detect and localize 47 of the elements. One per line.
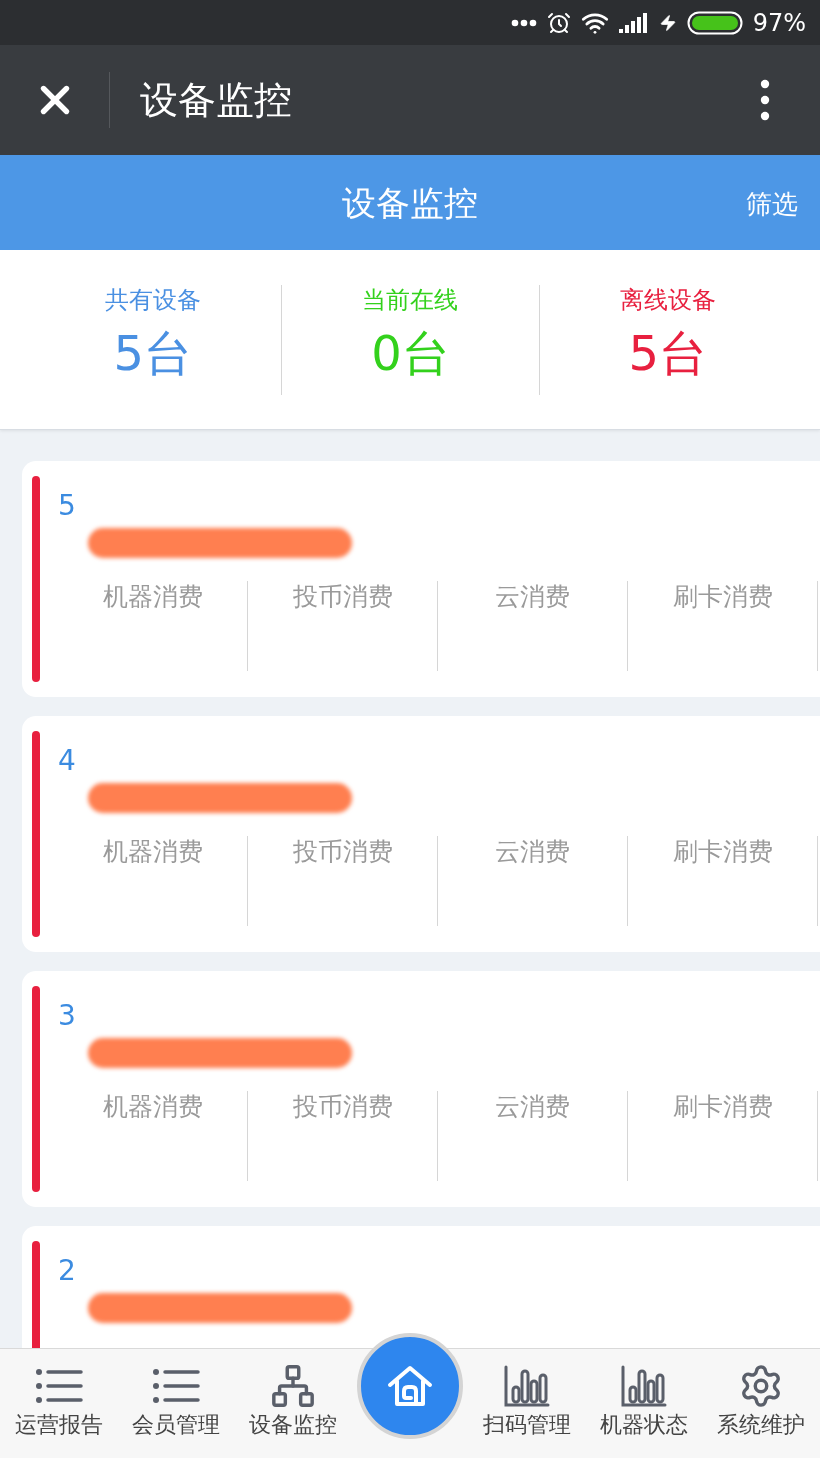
home-icon	[387, 1365, 433, 1407]
stat-label: 共有设备	[104, 285, 201, 315]
stat-value: 5台	[628, 327, 708, 379]
consumption-label: 云消费	[495, 836, 570, 868]
stat-value: 0台	[371, 327, 450, 379]
bar-chart-icon	[621, 1365, 668, 1407]
device-card[interactable]: 4 机器消费 投币消费 云消费 刷卡消费	[22, 716, 820, 952]
stat-value: 5台	[113, 327, 192, 379]
consumption-label: 刷卡消费	[672, 836, 773, 868]
device-card[interactable]: 5 机器消费 投币消费 云消费 刷卡消费	[22, 461, 820, 697]
nav-tab[interactable]: 设备监控	[234, 1349, 352, 1458]
consumption-label: 投币消费	[292, 581, 393, 613]
alarm-clock-icon	[546, 10, 571, 35]
list-icon	[34, 1366, 83, 1406]
consumption-label: 机器消费	[102, 836, 203, 868]
nav-tab[interactable]: 系统维护	[702, 1349, 820, 1458]
device-number: 4	[58, 746, 76, 776]
charging-bolt-icon	[658, 13, 677, 32]
consumption-label: 投币消费	[292, 836, 393, 868]
window-title: 设备监控	[140, 81, 292, 119]
device-number: 5	[58, 491, 76, 521]
consumption-label: 云消费	[495, 581, 570, 613]
device-number: 2	[58, 1256, 76, 1286]
consumption-label: 机器消费	[102, 1091, 203, 1123]
list-icon	[151, 1366, 200, 1406]
consumption-label: 机器消费	[102, 581, 203, 613]
device-card[interactable]: 3 机器消费 投币消费 云消费 刷卡消费	[22, 971, 820, 1207]
stat-label: 当前在线	[362, 285, 459, 315]
consumption-label: 刷卡消费	[672, 581, 773, 613]
network-icon	[269, 1363, 316, 1409]
bar-chart-icon	[504, 1365, 551, 1407]
battery-percentage: 97%	[752, 10, 806, 35]
consumption-label: 投币消费	[292, 1091, 393, 1123]
battery-icon	[686, 10, 743, 35]
more-vertical-icon	[760, 79, 770, 121]
more-dots-icon	[510, 18, 537, 27]
consumption-label: 云消费	[495, 1091, 570, 1123]
nav-tab[interactable]: 会员管理	[117, 1349, 235, 1458]
nav-tab[interactable]: 运营报告	[0, 1349, 118, 1458]
signal-icon	[618, 12, 649, 33]
stat-label: 离线设备	[619, 285, 716, 315]
nav-tab[interactable]: 扫码管理	[468, 1349, 586, 1458]
nav-tab[interactable]: 机器状态	[585, 1349, 703, 1458]
page-title: 设备监控	[342, 185, 478, 220]
consumption-label: 刷卡消费	[672, 1091, 773, 1123]
device-card[interactable]: 2	[22, 1226, 820, 1348]
device-number: 3	[58, 1001, 76, 1031]
